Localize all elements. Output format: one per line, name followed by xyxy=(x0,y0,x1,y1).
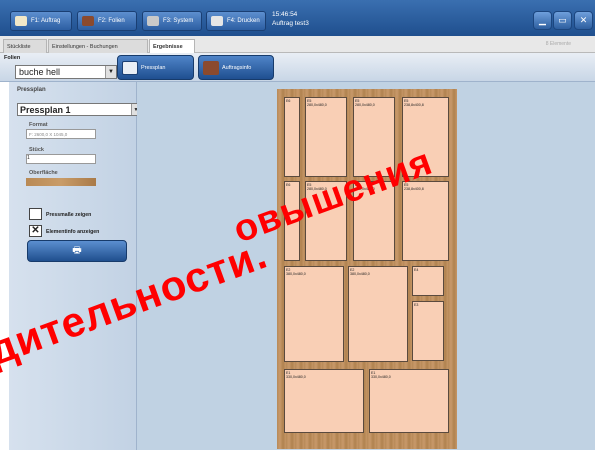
panel-piece[interactable]: E4 xyxy=(412,266,444,296)
pressplan-button[interactable]: Pressplan xyxy=(117,55,194,80)
piece-dimensions: 280,0x480,0 xyxy=(307,103,327,107)
format-field[interactable]: F: 2600,0 X 1045,0 xyxy=(26,129,96,139)
f3-label: F3: System xyxy=(163,18,194,24)
pressmasse-label: Pressmaße zeigen xyxy=(46,212,92,218)
close-button[interactable]: ✕ xyxy=(574,11,593,30)
oberflaeche-label: Oberfläche xyxy=(29,170,58,176)
folder-icon xyxy=(15,16,27,26)
pressplan-icon xyxy=(122,60,138,75)
surface-swatch xyxy=(26,178,96,186)
piece-dimensions: 380,0x480,0 xyxy=(286,272,306,276)
close-icon: ✕ xyxy=(579,15,588,25)
pressplan-select[interactable]: Pressplan 1 ▼ xyxy=(17,103,141,116)
panel-piece[interactable]: E2 380,0x480,0 xyxy=(348,266,408,362)
printer-icon: 🖶 xyxy=(72,244,82,256)
press-board: E6 E5 280,0x480,0 E5 280,0x480,0 E5 238,8x400,… xyxy=(277,89,457,449)
minimize-icon: ▁ xyxy=(539,15,546,25)
format-label: Format xyxy=(29,122,48,128)
panel-piece[interactable]: E1 330,0x480,0 xyxy=(284,369,364,433)
stueck-field[interactable]: 1 xyxy=(26,154,96,164)
tab-einstellungen[interactable]: Einstellungen - Buchungen xyxy=(48,39,148,53)
minimize-button[interactable]: ▁ xyxy=(533,11,552,30)
piece-id: E4 xyxy=(414,268,419,272)
f3-system-button[interactable]: F3: System xyxy=(142,11,202,31)
stueck-label: Stück xyxy=(29,147,44,153)
panel-piece[interactable]: E6 xyxy=(284,97,300,177)
sheets-icon xyxy=(82,16,94,26)
tab-bar: Stückliste Einstellungen - Buchungen Erg… xyxy=(0,36,595,53)
order-text: Auftrag test3 xyxy=(272,20,309,27)
folien-value: buche hell xyxy=(19,67,61,77)
panel-piece[interactable]: E5 280,0x480,0 xyxy=(305,97,347,177)
maximize-button[interactable]: ▭ xyxy=(553,11,572,30)
sheets-icon xyxy=(203,60,219,75)
auftragsinfo-label: Auftragsinfo xyxy=(222,64,252,71)
auftragsinfo-button[interactable]: Auftragsinfo xyxy=(198,55,274,80)
piece-id: E6 xyxy=(286,99,291,103)
f1-label: F1: Auftrag xyxy=(31,18,61,24)
f4-drucken-button[interactable]: F4: Drucken xyxy=(206,11,266,31)
panel-piece[interactable]: E3 xyxy=(412,301,444,361)
panel-piece[interactable]: E5 238,8x400,8 xyxy=(402,181,449,261)
top-bar: F1: Auftrag F2: Folien F3: System F4: Dr… xyxy=(0,0,595,36)
clock-display: 15:46:54 Auftrag test3 xyxy=(272,10,309,28)
piece-dimensions: 238,8x400,8 xyxy=(404,103,424,107)
pressplan-label: Pressplan xyxy=(17,87,46,93)
print-button[interactable]: 🖶 xyxy=(27,240,127,262)
time-text: 15:46:54 xyxy=(272,11,298,18)
piece-dimensions: 330,0x480,0 xyxy=(286,375,306,379)
elementinfo-label: Elementinfo anzeigen xyxy=(46,229,100,235)
printer-icon xyxy=(211,16,223,26)
folien-select[interactable]: buche hell ▼ xyxy=(15,65,117,79)
left-panel: Pressplan Pressplan 1 ▼ Format F: 2600,0… xyxy=(9,82,141,450)
piece-dimensions: 380,0x480,0 xyxy=(350,272,370,276)
piece-id: E3 xyxy=(414,303,419,307)
pressmasse-checkbox[interactable] xyxy=(29,208,42,220)
element-count: 8 Elemente xyxy=(545,41,571,47)
elementinfo-checkbox[interactable]: ✕ xyxy=(29,225,42,237)
folien-label: Folien xyxy=(4,55,21,61)
chevron-down-icon[interactable]: ▼ xyxy=(105,66,116,78)
tab-stueckliste[interactable]: Stückliste xyxy=(3,39,47,53)
f2-label: F2: Folien xyxy=(98,18,125,24)
pressplan-label: Pressplan xyxy=(141,64,166,71)
f2-folien-button[interactable]: F2: Folien xyxy=(77,11,137,31)
f1-auftrag-button[interactable]: F1: Auftrag xyxy=(10,11,72,31)
piece-dimensions: 330,0x480,0 xyxy=(371,375,391,379)
tab-ergebnisse[interactable]: Ergebnisse xyxy=(149,39,195,53)
f4-label: F4: Drucken xyxy=(227,18,260,24)
pressplan-value: Pressplan 1 xyxy=(20,104,71,115)
toolbar: Folien buche hell ▼ Pressplan Auftragsin… xyxy=(0,53,595,82)
tools-icon xyxy=(147,16,159,26)
maximize-icon: ▭ xyxy=(558,15,567,25)
piece-dimensions: 280,0x480,0 xyxy=(355,103,375,107)
panel-piece[interactable]: E1 330,0x480,0 xyxy=(369,369,449,433)
panel-piece[interactable]: E2 380,0x480,0 xyxy=(284,266,344,362)
